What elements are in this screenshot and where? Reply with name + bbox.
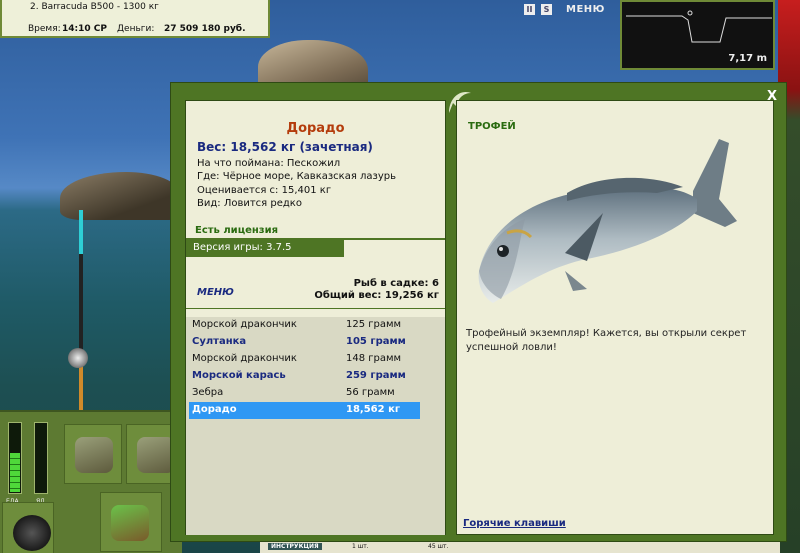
cage-count: Рыб в садке: 6 — [353, 278, 439, 289]
basket-icon — [111, 505, 149, 541]
cage-row[interactable]: Морской дракончик 125 грамм — [189, 317, 420, 334]
cage-fish-weight: 56 грамм — [346, 387, 395, 398]
fish-price: Оценивается с: 15,401 кг — [197, 185, 332, 196]
money-value: 27 509 180 руб. — [164, 24, 246, 34]
divider — [186, 308, 445, 309]
time-label: Время: — [28, 24, 61, 34]
cage-fish-name: Зебра — [192, 387, 224, 398]
cage-row[interactable]: Дорадо 18,562 кг — [189, 402, 420, 419]
fishing-rod[interactable] — [79, 210, 83, 410]
cage-fish-name: Дорадо — [192, 404, 237, 415]
tackle-name: 2. Barracuda B500 - 1300 кг — [30, 2, 159, 12]
license-status: Есть лицензия — [195, 225, 279, 236]
fish-info-page: Дорадо Вес: 18,562 кг (зачетная) На что … — [185, 100, 446, 535]
cage-fish-name: Морской дракончик — [192, 353, 297, 364]
depth-gauge: 7,17 m — [620, 0, 775, 70]
hotkeys-link[interactable]: Горячие клавиши — [463, 518, 566, 529]
food-basket-slot[interactable] — [100, 492, 162, 552]
cage-fish-name: Султанка — [192, 336, 247, 347]
fish-location: Где: Чёрное море, Кавказская лазурь — [197, 171, 397, 182]
cage-fish-weight: 105 грамм — [346, 336, 406, 347]
fish-kind: Вид: Ловится редко — [197, 198, 302, 209]
trophy-page: ТРОФЕЙ Трофейный экземпляр! Кажется, вы … — [456, 100, 774, 535]
cage-fish-weight: 18,562 кг — [346, 404, 401, 415]
cage-row[interactable]: Султанка 105 грамм — [189, 334, 420, 351]
game-version: Версия игры: 3.7.5 — [186, 240, 344, 257]
depth-value: 7,17 m — [728, 53, 767, 64]
trophy-message: Трофейный экземпляр! Кажется, вы открыли… — [466, 328, 747, 353]
cauldron-icon — [13, 515, 51, 551]
game-time: 14:10 СР — [62, 24, 107, 34]
cage-fish-weight: 125 грамм — [346, 319, 402, 330]
inventory-panel: ЕДА ЯД — [0, 410, 184, 553]
cage-fish-name: Морской карась — [192, 370, 286, 381]
fish-bait: На что поймана: Пескожил — [197, 158, 341, 169]
sound-button[interactable]: S — [541, 4, 552, 15]
catch-dialog: X Дорадо Вес: 18,562 кг (зачетная) На чт… — [170, 82, 787, 542]
backpack-slot[interactable] — [64, 424, 122, 484]
bottom-cell-2: 45 шт. — [428, 543, 449, 550]
fish-weight: Вес: 18,562 кг (зачетная) — [197, 140, 373, 154]
cage-menu-button[interactable]: МЕНЮ — [197, 287, 234, 298]
shore-rocks — [60, 172, 180, 220]
float-marker — [687, 10, 693, 16]
poison-meter — [34, 422, 48, 494]
food-meter-fill — [10, 453, 20, 492]
backpack-icon — [75, 437, 113, 473]
instruction-button[interactable]: ИНСТРУКЦИЯ — [268, 543, 322, 550]
food-meter — [8, 422, 22, 494]
status-bar: 2. Barracuda B500 - 1300 кг Время: 14:10… — [0, 0, 270, 38]
bottom-cell-1: 1 шт. — [352, 543, 369, 550]
cage-total-weight: Общий вес: 19,256 кг — [314, 290, 439, 301]
cage-fish-name: Морской дракончик — [192, 319, 297, 330]
cage-list: Морской дракончик 125 грамм Султанка 105 гр… — [186, 317, 445, 535]
fish-image — [478, 139, 737, 303]
money-label: Деньги: — [117, 24, 155, 34]
pause-button[interactable]: II — [524, 4, 535, 15]
fish-name: Дорадо — [286, 121, 345, 136]
fishing-reel[interactable] — [68, 348, 88, 368]
main-menu-button[interactable]: МЕНЮ — [566, 4, 605, 15]
cage-row[interactable]: Зебра 56 грамм — [189, 385, 420, 402]
cage-row[interactable]: Морской дракончик 148 грамм — [189, 351, 420, 368]
cauldron-slot[interactable] — [2, 502, 54, 553]
cage-fish-weight: 148 грамм — [346, 353, 402, 364]
cage-row[interactable]: Морской карась 259 грамм — [189, 368, 420, 385]
cage-fish-weight: 259 грамм — [346, 370, 406, 381]
